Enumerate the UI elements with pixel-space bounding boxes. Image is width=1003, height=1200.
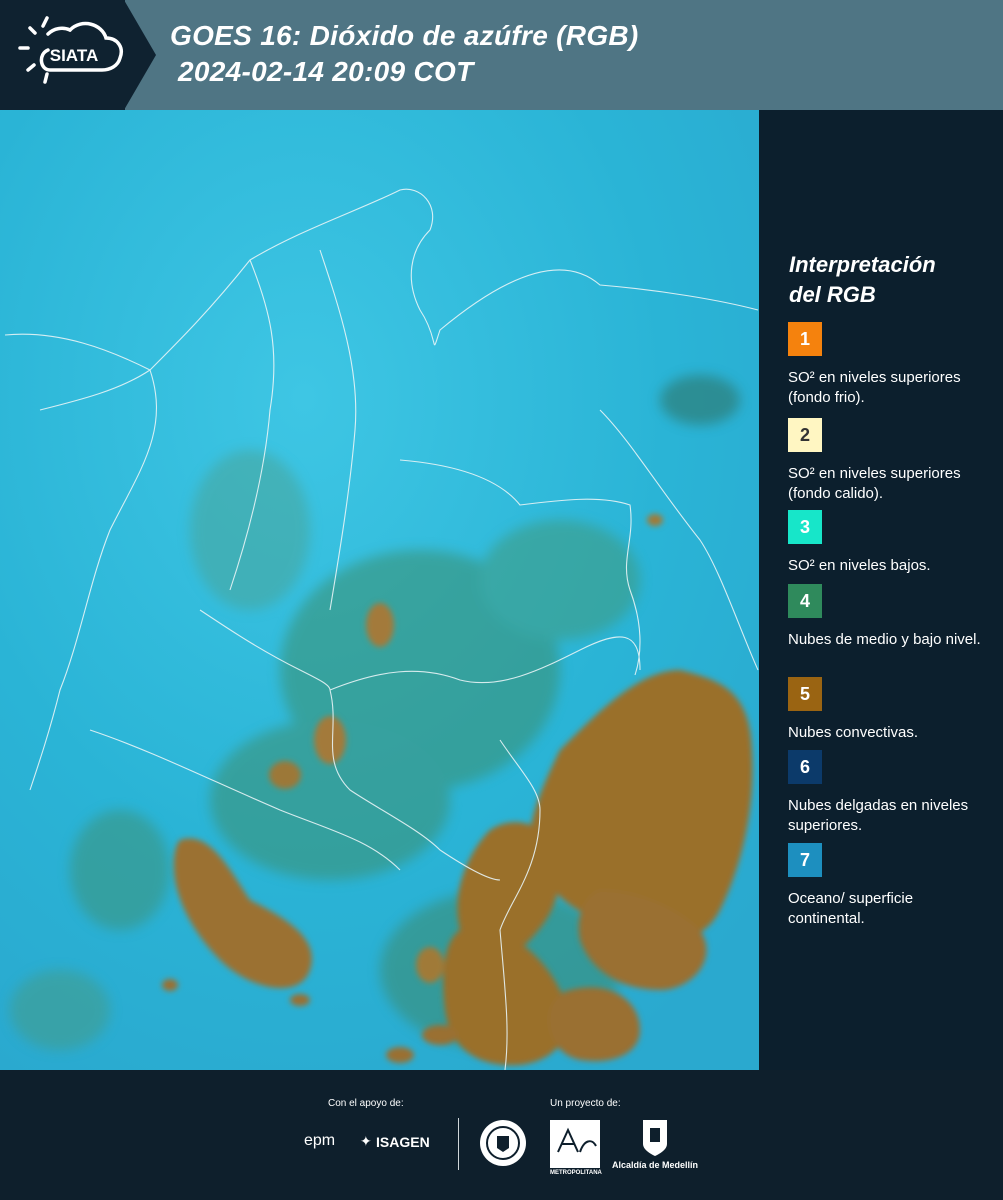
epm-logo[interactable]: epm [304, 1132, 335, 1150]
legend-text: SO² en niveles bajos. [788, 557, 931, 574]
legend-swatch: 3 [788, 510, 822, 544]
legend-title: Interpretación del RGB [789, 250, 936, 310]
legend-panel: Interpretación del RGB 1 SO² en niveles … [759, 110, 1003, 1070]
svg-text:SIATA: SIATA [50, 46, 98, 65]
legend-item-1: 1 SO² en niveles superiores (fondo frio)… [788, 322, 993, 408]
title-line-1: GOES 16: Dióxido de azúfre (RGB) [170, 20, 639, 51]
siata-logo[interactable]: SIATA [0, 0, 125, 110]
legend-swatch: 2 [788, 418, 822, 452]
satellite-map[interactable] [0, 110, 759, 1070]
legend-title-line-2: del RGB [789, 282, 876, 307]
legend-item-6: 6 Nubes delgadas en niveles superiores. [788, 750, 993, 836]
page-title: GOES 16: Dióxido de azúfre (RGB) 2024-02… [170, 18, 639, 90]
alcaldia-shield-icon[interactable] [640, 1118, 670, 1158]
title-line-2: 2024-02-14 20:09 COT [178, 56, 474, 87]
header-arrow [124, 0, 156, 110]
legend-swatch: 6 [788, 750, 822, 784]
legend-swatch: 5 [788, 677, 822, 711]
project-label: Un proyecto de: [550, 1098, 621, 1109]
legend-swatch: 4 [788, 584, 822, 618]
legend-text: SO² en niveles superiores (fondo frio). [788, 369, 961, 406]
legend-text: Oceano/ superficie continental. [788, 890, 914, 927]
medellin-seal-icon[interactable] [478, 1118, 528, 1168]
legend-item-7: 7 Oceano/ superficie continental. [788, 843, 993, 929]
alcaldia-label: Alcaldía de Medellín [612, 1160, 699, 1170]
header: SIATA GOES 16: Dióxido de azúfre (RGB) 2… [0, 0, 1003, 110]
area-metropolitana-logo-icon[interactable] [550, 1120, 600, 1168]
legend-text: Nubes delgadas en niveles superiores. [788, 797, 969, 834]
legend-item-5: 5 Nubes convectivas. [788, 677, 993, 743]
footer-divider [458, 1118, 459, 1170]
support-label: Con el apoyo de: [328, 1098, 404, 1109]
footer: Con el apoyo de: Un proyecto de: epm ✦ I… [0, 1070, 1003, 1200]
isagen-logo[interactable]: ISAGEN [376, 1134, 430, 1150]
legend-text: Nubes convectivas. [788, 724, 919, 741]
legend-item-2: 2 SO² en niveles superiores (fondo calid… [788, 418, 993, 504]
legend-text: Nubes de medio y bajo nivel. [788, 631, 981, 648]
sun-cloud-icon: SIATA [18, 16, 123, 84]
metropolitana-label: METROPOLITANA [550, 1170, 602, 1176]
legend-item-3: 3 SO² en niveles bajos. [788, 510, 993, 576]
legend-swatch: 1 [788, 322, 822, 356]
legend-swatch: 7 [788, 843, 822, 877]
legend-item-4: 4 Nubes de medio y bajo nivel. [788, 584, 993, 650]
legend-text: SO² en niveles superiores (fondo calido)… [788, 465, 961, 502]
isagen-icon: ✦ [360, 1133, 372, 1149]
map-graphic [0, 110, 759, 1070]
legend-title-line-1: Interpretación [789, 252, 936, 277]
